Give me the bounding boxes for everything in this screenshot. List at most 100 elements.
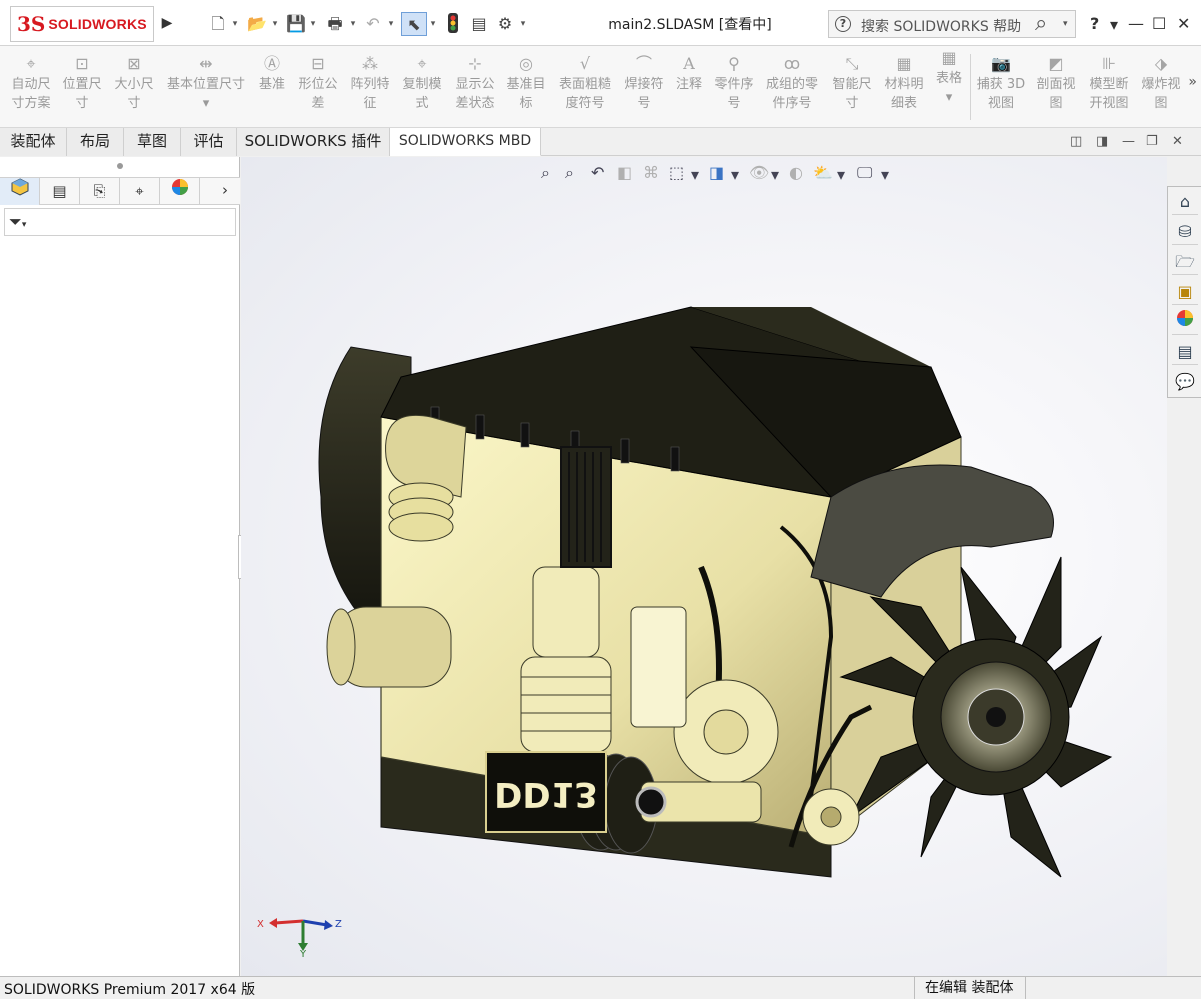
section-view-button[interactable]: ◩ 剖面视 图 bbox=[1032, 54, 1080, 113]
display-manager-tab-icon[interactable] bbox=[160, 178, 200, 205]
undo-dropdown-icon[interactable]: ▾ bbox=[386, 12, 396, 36]
save-icon[interactable]: 💾 bbox=[286, 12, 306, 36]
search-placeholder[interactable]: 搜索 SOLIDWORKS 帮助 bbox=[861, 16, 1021, 36]
save-dropdown-icon[interactable]: ▾ bbox=[308, 12, 318, 36]
apply-scene-dropdown-icon[interactable]: ▾ bbox=[837, 163, 845, 187]
surface-finish-button[interactable]: √ 表面粗糙 度符号 bbox=[554, 54, 616, 113]
tab-solidworks-mbd[interactable]: SOLIDWORKS MBD bbox=[390, 128, 541, 156]
show-tolerance-status-button[interactable]: ⊹ 显示公 差状态 bbox=[450, 54, 500, 113]
smart-dimension-button[interactable]: ⤡ 智能尺 寸 bbox=[828, 54, 876, 113]
print-icon[interactable]: 🖶 bbox=[324, 12, 346, 36]
undo-icon[interactable]: ↶ bbox=[362, 12, 384, 36]
print-dropdown-icon[interactable]: ▾ bbox=[348, 12, 358, 36]
auto-dimension-scheme-button[interactable]: ⌖ 自动尺 寸方案 bbox=[6, 54, 56, 113]
size-dimension-button[interactable]: ⊠ 大小尺 寸 bbox=[110, 54, 158, 113]
bill-of-materials-button[interactable]: ▦ 材料明 细表 bbox=[880, 54, 928, 113]
open-document-icon[interactable]: 📂 bbox=[246, 12, 268, 36]
zoom-to-fit-icon[interactable]: ⌕ bbox=[541, 161, 550, 185]
hide-show-dropdown-icon[interactable]: ▾ bbox=[771, 163, 779, 187]
pattern-feature-button[interactable]: ⁂ 阵列特 征 bbox=[346, 54, 394, 113]
tab-evaluate[interactable]: 评估 bbox=[181, 128, 237, 156]
viewport-minimize-button[interactable]: — bbox=[1122, 134, 1135, 149]
copy-scheme-button[interactable]: ⌖ 复制模 式 bbox=[398, 54, 446, 113]
solidworks-logo[interactable]: 3S SOLIDWORKS bbox=[10, 6, 154, 42]
new-document-icon[interactable]: 🗋 bbox=[208, 12, 228, 36]
search-dropdown-icon[interactable]: ▾ bbox=[1063, 19, 1068, 29]
graphics-area[interactable]: ⌕ ⌕ ↶ ◧ ⌘ ⬚ ▾ ◨ ▾ 👁 ▾ ◐ ⛅ ▾ 🖵 ▾ DD13 X Z… bbox=[241, 157, 1167, 976]
forum-chat-icon[interactable]: 💬 bbox=[1172, 369, 1198, 395]
table-icon: ▦ bbox=[941, 48, 957, 67]
dimxpert-manager-tab-icon[interactable]: ⌖ bbox=[120, 178, 160, 205]
close-button[interactable]: ✕ bbox=[1177, 12, 1190, 36]
minimize-button[interactable]: — bbox=[1128, 12, 1144, 36]
dynamic-annotation-icon[interactable]: ⌘ bbox=[643, 161, 659, 185]
select-pointer-icon[interactable]: ⬉ bbox=[401, 12, 427, 36]
maximize-button[interactable]: ☐ bbox=[1152, 12, 1166, 36]
viewport-prev-icon[interactable]: ◫ bbox=[1070, 134, 1082, 149]
viewport-close-button[interactable]: ✕ bbox=[1172, 134, 1183, 149]
view-orientation-dropdown-icon[interactable]: ▾ bbox=[691, 163, 699, 187]
help-circle-icon[interactable]: ? bbox=[835, 16, 851, 32]
home-icon[interactable]: ⌂ bbox=[1172, 189, 1198, 215]
view-orientation-icon[interactable]: ⬚ bbox=[669, 161, 684, 185]
file-properties-icon[interactable]: ▤ bbox=[468, 12, 490, 36]
cmd-dropdown[interactable]: ▾ bbox=[946, 90, 953, 105]
tab-sketch[interactable]: 草图 bbox=[124, 128, 181, 156]
edit-appearance-icon[interactable]: ◐ bbox=[789, 161, 803, 185]
viewport-next-icon[interactable]: ◨ bbox=[1096, 134, 1108, 149]
select-dropdown-icon[interactable]: ▾ bbox=[428, 12, 438, 36]
help-search-box[interactable]: ? 搜索 SOLIDWORKS 帮助 ⌕ ▾ bbox=[828, 10, 1076, 38]
help-dropdown-icon[interactable]: ▾ bbox=[1110, 13, 1118, 37]
zoom-to-area-icon[interactable]: ⌕ bbox=[565, 161, 574, 185]
exploded-view-button[interactable]: ⬗ 爆炸视 图 bbox=[1136, 54, 1186, 113]
datum-button[interactable]: Ⓐ 基准 bbox=[254, 54, 290, 94]
stacked-balloon-button[interactable]: ꝏ 成组的零 件序号 bbox=[760, 54, 824, 113]
display-style-icon[interactable]: ◨ bbox=[709, 161, 724, 185]
open-dropdown-icon[interactable]: ▾ bbox=[270, 12, 280, 36]
tab-assembly[interactable]: 装配体 bbox=[0, 128, 67, 156]
viewport-restore-button[interactable]: ❐ bbox=[1146, 134, 1158, 149]
design-library-icon[interactable]: ⛁ bbox=[1172, 219, 1198, 245]
pane-grip-handle[interactable] bbox=[117, 163, 123, 169]
geometric-tolerance-button[interactable]: ⊟ 形位公 差 bbox=[294, 54, 342, 113]
display-style-dropdown-icon[interactable]: ▾ bbox=[731, 163, 739, 187]
tree-filter[interactable]: ⏷▾ bbox=[4, 208, 236, 236]
configuration-manager-tab-icon[interactable]: ⎘ bbox=[80, 178, 120, 205]
options-gear-icon[interactable]: ⚙ bbox=[494, 12, 516, 36]
options-dropdown-icon[interactable]: ▾ bbox=[518, 12, 528, 36]
tab-layout[interactable]: 布局 bbox=[67, 128, 124, 156]
file-explorer-icon[interactable]: 🗁 bbox=[1172, 249, 1198, 275]
search-icon[interactable]: ⌕ bbox=[1035, 11, 1047, 36]
table-button[interactable]: ▦ 表格 ▾ bbox=[930, 48, 968, 107]
tab-solidworks-addins[interactable]: SOLIDWORKS 插件 bbox=[237, 128, 390, 156]
more-commands-button[interactable]: » bbox=[1188, 74, 1197, 90]
menu-expand-arrow-icon[interactable]: ▶ bbox=[158, 12, 176, 34]
view-palette-icon[interactable]: ▣ bbox=[1172, 279, 1198, 305]
datum-target-button[interactable]: ◎ 基准目 标 bbox=[502, 54, 550, 113]
apply-scene-icon[interactable]: ⛅ bbox=[813, 161, 833, 185]
location-dimension-button[interactable]: ⊡ 位置尺 寸 bbox=[58, 54, 106, 113]
new-dropdown-icon[interactable]: ▾ bbox=[230, 12, 240, 36]
rebuild-traffic-light-icon[interactable] bbox=[444, 12, 462, 36]
feature-manager-tab-icon[interactable] bbox=[0, 178, 40, 205]
basic-location-dimension-button[interactable]: ⇹ 基本位置尺寸 ▾ bbox=[162, 54, 250, 113]
cmd-dropdown[interactable]: ▾ bbox=[203, 96, 210, 111]
note-button[interactable]: A 注释 bbox=[670, 54, 708, 94]
capture-3d-view-button[interactable]: 📷 捕获 3D 视图 bbox=[974, 54, 1028, 113]
filter-funnel-icon[interactable]: ⏷ bbox=[9, 212, 22, 231]
section-view-hud-icon[interactable]: ◧ bbox=[617, 161, 632, 185]
property-manager-tab-icon[interactable]: ▤ bbox=[40, 178, 80, 205]
previous-view-icon[interactable]: ↶ bbox=[591, 161, 604, 185]
engine-assembly-model[interactable]: DD13 bbox=[271, 237, 1151, 957]
weld-symbol-button[interactable]: ⌒ 焊接符 号 bbox=[620, 54, 668, 113]
filter-dropdown-icon[interactable]: ▾ bbox=[22, 220, 27, 230]
model-break-view-button[interactable]: ⊪ 模型断 开视图 bbox=[1084, 54, 1134, 113]
appearances-icon[interactable] bbox=[1172, 309, 1198, 335]
custom-properties-icon[interactable]: ▤ bbox=[1172, 339, 1198, 365]
view-settings-monitor-icon[interactable]: 🖵 bbox=[857, 161, 872, 185]
help-button[interactable]: ? bbox=[1090, 12, 1099, 36]
hide-show-items-icon[interactable]: 👁 bbox=[749, 161, 769, 185]
balloon-button[interactable]: ⚲ 零件序 号 bbox=[710, 54, 758, 113]
more-tabs-arrow-icon[interactable]: › bbox=[222, 181, 228, 199]
view-settings-dropdown-icon[interactable]: ▾ bbox=[881, 163, 889, 187]
